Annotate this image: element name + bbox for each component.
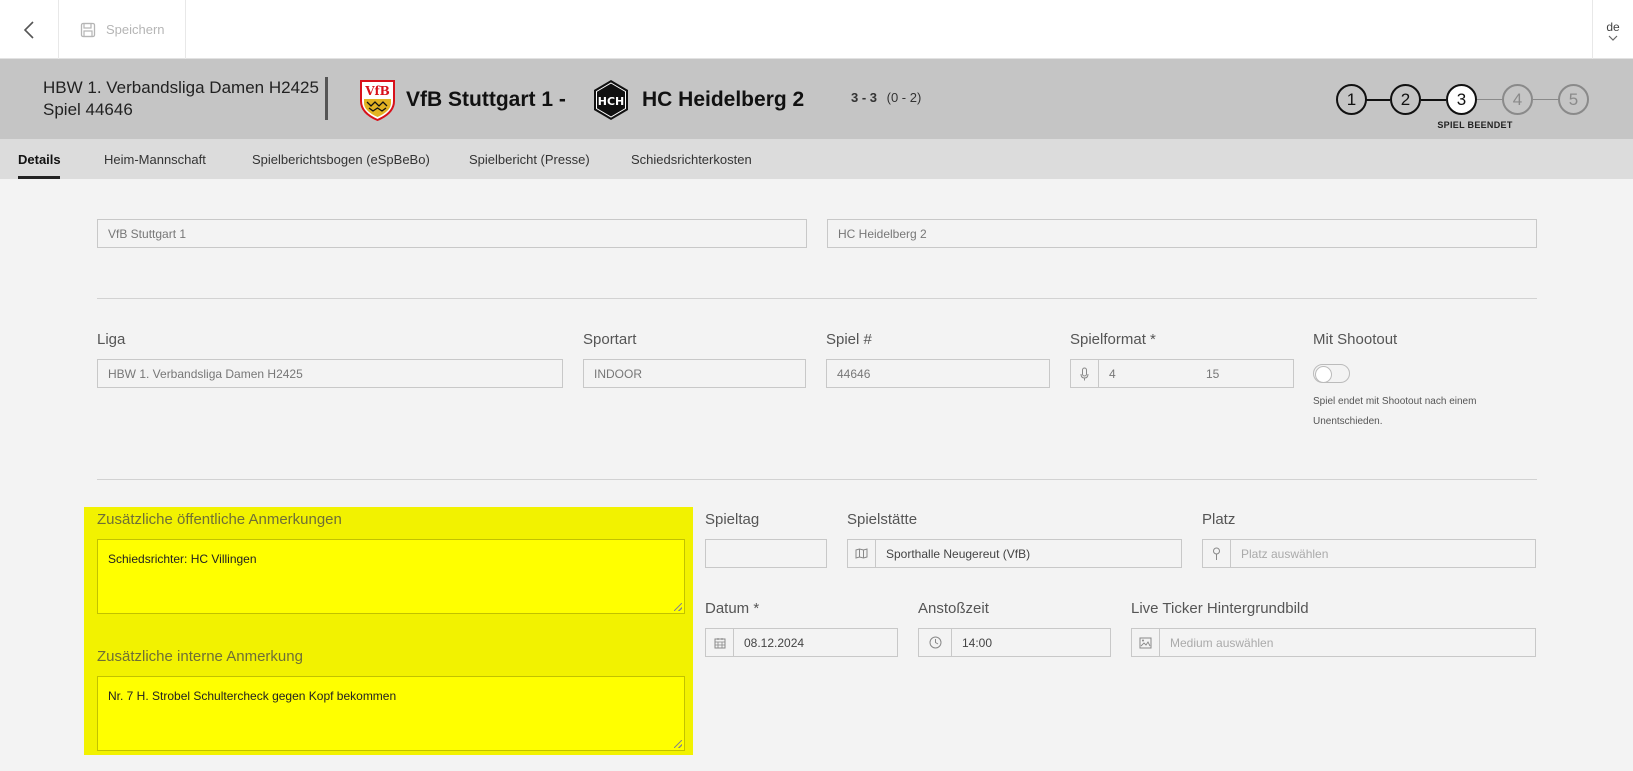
sportart-field[interactable]: INDOOR — [583, 359, 806, 388]
spielformat-value-2: 15 — [1206, 366, 1220, 381]
liga-label: Liga — [97, 331, 126, 348]
pin-icon — [1213, 547, 1220, 560]
public-notes-textarea[interactable]: Schiedsrichter: HC Villingen — [97, 539, 685, 614]
away-team-field[interactable]: HC Heidelberg 2 — [827, 219, 1537, 248]
datum-label: Datum * — [705, 600, 760, 617]
tab-details[interactable]: Details — [18, 152, 61, 167]
addon-box — [1203, 540, 1231, 567]
image-icon — [1139, 637, 1152, 648]
shootout-hint: Spiel endet mit Shootout nach einem Unen… — [1313, 396, 1477, 427]
save-icon — [80, 22, 96, 37]
step-connector — [1533, 99, 1558, 100]
tab-heim-mannschaft[interactable]: Heim-Mannschaft — [104, 152, 206, 167]
spiel-number-field[interactable]: 44646 — [826, 359, 1050, 388]
chevron-down-icon — [1608, 35, 1618, 41]
datum-field[interactable]: 08.12.2024 — [705, 628, 898, 657]
away-team: HCH HC Heidelberg 2 — [590, 78, 804, 122]
anstosszeit-label: Anstoßzeit — [918, 600, 989, 617]
away-team-name: HC Heidelberg 2 — [642, 88, 805, 111]
spieltag-label: Spieltag — [705, 511, 760, 528]
language-selector[interactable]: de — [1592, 0, 1633, 59]
tab-spielbericht-presse[interactable]: Spielbericht (Presse) — [469, 152, 590, 167]
top-bar: Speichern de — [0, 0, 1633, 59]
step-1[interactable]: 1 — [1336, 84, 1367, 115]
home-team-name: VfB Stuttgart 1 - — [406, 88, 566, 111]
section-divider — [97, 479, 1537, 480]
home-team: VfB VfB Stuttgart 1 - — [359, 78, 566, 122]
back-button[interactable] — [0, 0, 59, 59]
public-notes-label: Zusätzliche öffentliche Anmerkungen — [97, 511, 342, 528]
active-tab-indicator — [18, 176, 60, 179]
step-connector — [1477, 99, 1502, 100]
spielstaette-label: Spielstätte — [847, 511, 918, 528]
addon-box — [1132, 629, 1160, 656]
svg-text:VfB: VfB — [364, 84, 390, 98]
vfb-stuttgart-logo: VfB — [360, 80, 395, 121]
spieltag-field[interactable] — [705, 539, 827, 568]
home-team-field[interactable]: VfB Stuttgart 1 — [97, 219, 807, 248]
platz-field[interactable]: Platz auswählen — [1202, 539, 1536, 568]
save-label: Speichern — [106, 22, 165, 37]
ticker-label: Live Ticker Hintergrundbild — [1131, 600, 1309, 617]
spielstaette-field[interactable]: Sporthalle Neugereut (VfB) — [847, 539, 1182, 568]
step-2[interactable]: 2 — [1390, 84, 1421, 115]
anstosszeit-field[interactable]: 14:00 — [918, 628, 1111, 657]
tab-schiedsrichterkosten[interactable]: Schiedsrichterkosten — [631, 152, 752, 167]
internal-notes-label: Zusätzliche interne Anmerkung — [97, 648, 303, 665]
platz-placeholder: Platz auswählen — [1241, 546, 1329, 561]
step-3[interactable]: 3 — [1446, 84, 1477, 115]
header-divider — [325, 77, 328, 120]
league-title: HBW 1. Verbandsliga Damen H2425 — [43, 78, 319, 97]
addon-box — [706, 629, 734, 656]
sportart-label: Sportart — [583, 331, 637, 348]
score-display: 3 - 3 (0 - 2) — [851, 90, 921, 105]
hc-heidelberg-logo: HCH — [594, 80, 628, 120]
spiel-number-label: Spiel # — [826, 331, 872, 348]
svg-text:HCH: HCH — [598, 95, 625, 108]
shootout-label: Mit Shootout — [1313, 331, 1398, 348]
final-score: 3 - 3 — [851, 90, 878, 105]
spielformat-field[interactable]: 4 15 — [1070, 359, 1294, 388]
map-icon — [855, 548, 868, 559]
ticker-placeholder: Medium auswählen — [1170, 635, 1274, 650]
addon-box — [1071, 360, 1099, 387]
halftime-score: (0 - 2) — [886, 90, 922, 105]
addon-box — [848, 540, 876, 567]
tab-bar — [0, 139, 1633, 179]
language-label: de — [1606, 20, 1620, 34]
game-title: Spiel 44646 — [43, 100, 133, 119]
shootout-toggle[interactable] — [1313, 364, 1350, 383]
platz-label: Platz — [1202, 511, 1236, 528]
addon-box — [919, 629, 952, 656]
step-connector — [1366, 99, 1390, 101]
chevron-left-icon — [23, 20, 34, 39]
ticker-field[interactable]: Medium auswählen — [1131, 628, 1536, 657]
match-info: HBW 1. Verbandsliga Damen H2425 Spiel 44… — [43, 77, 319, 121]
clock-icon — [929, 636, 941, 649]
microphone-icon — [1080, 367, 1089, 380]
internal-notes-textarea[interactable]: Nr. 7 H. Strobel Schultercheck gegen Kop… — [97, 676, 685, 751]
step-5[interactable]: 5 — [1558, 84, 1589, 115]
save-button[interactable]: Speichern — [59, 0, 186, 59]
spielformat-label: Spielformat * — [1070, 331, 1156, 348]
datum-value: 08.12.2024 — [744, 635, 805, 650]
calendar-icon — [714, 637, 725, 648]
tab-spielberichtsbogen[interactable]: Spielberichtsbogen (eSpBeBo) — [252, 152, 430, 167]
spielstaette-value: Sporthalle Neugereut (VfB) — [886, 546, 1031, 561]
liga-field[interactable]: HBW 1. Verbandsliga Damen H2425 — [97, 359, 563, 388]
step-4[interactable]: 4 — [1502, 84, 1533, 115]
anstosszeit-value: 14:00 — [962, 635, 993, 650]
step-connector — [1421, 99, 1446, 101]
step-status-label: SPIEL BEENDET — [1437, 120, 1513, 130]
section-divider — [97, 298, 1537, 299]
spielformat-value-1: 4 — [1109, 366, 1116, 381]
